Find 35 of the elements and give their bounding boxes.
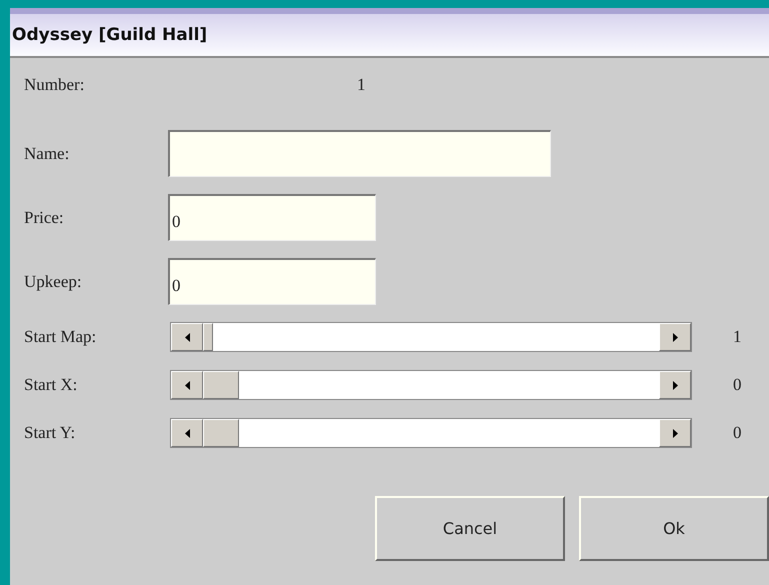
slider-label: Start X: [24,374,78,396]
input-field[interactable]: 0 [168,258,376,305]
number-value: 1 [357,74,366,96]
right-arrow-icon [672,332,678,342]
window-title: Odyssey [Guild Hall] [12,26,208,44]
number-label: Number: [24,74,86,96]
field-label: Price: [24,206,65,229]
slider-value: 1 [733,326,742,348]
input-field[interactable]: 0 [168,194,376,241]
slider-label: Start Map: [24,326,98,348]
scrollbar[interactable] [170,418,692,448]
left-arrow-icon [184,428,190,438]
left-arrow-icon [184,380,190,390]
slider-label: Start Y: [24,422,76,444]
input-field[interactable] [168,130,551,177]
slider-thumb[interactable] [203,323,213,351]
left-arrow-icon [184,332,190,342]
right-arrow-icon [672,380,678,390]
slider-thumb[interactable] [203,371,239,399]
dialog-button[interactable]: Ok [579,496,769,561]
scroll-right-button[interactable] [659,371,691,399]
field-label: Upkeep: [24,270,83,293]
scroll-left-button[interactable] [171,323,203,351]
scroll-left-button[interactable] [171,371,203,399]
scrollbar[interactable] [170,370,692,400]
dialog-button[interactable]: Cancel [375,496,565,561]
scroll-right-button[interactable] [659,419,691,447]
right-arrow-icon [672,428,678,438]
scroll-left-button[interactable] [171,419,203,447]
scrollbar[interactable] [170,322,692,352]
slider-value: 0 [733,422,742,444]
slider-thumb[interactable] [203,419,239,447]
field-label: Name: [24,142,70,165]
scroll-right-button[interactable] [659,323,691,351]
slider-value: 0 [733,374,742,396]
